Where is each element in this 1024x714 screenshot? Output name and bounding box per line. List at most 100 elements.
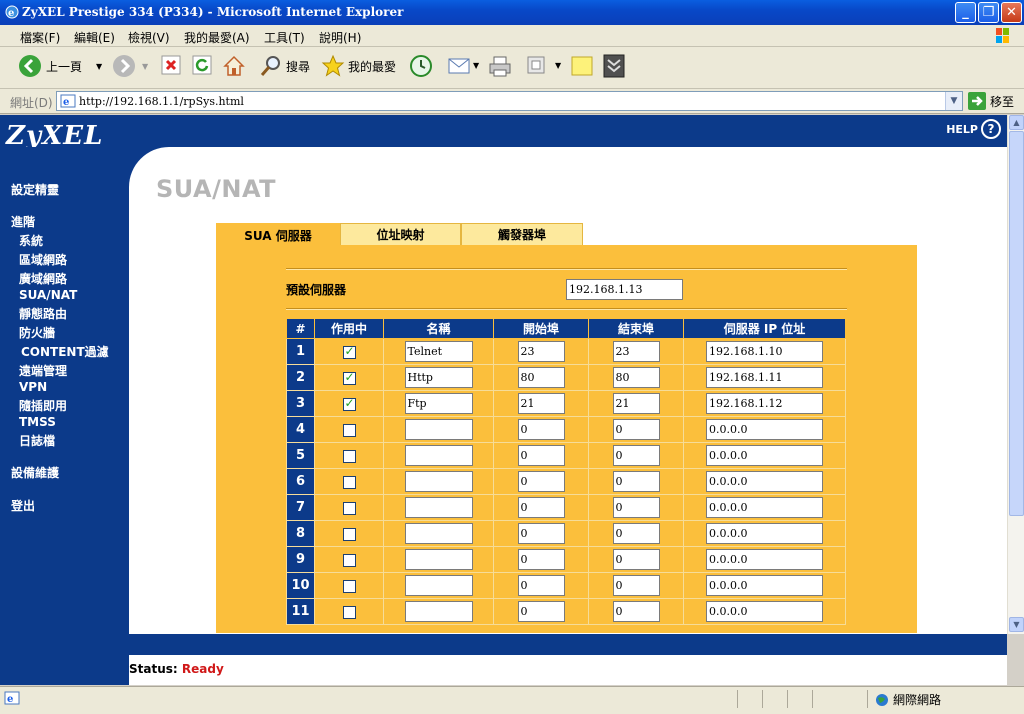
scroll-up-icon[interactable]: ▲ (1009, 115, 1024, 130)
messenger-button[interactable] (603, 54, 625, 78)
menu-tools[interactable]: 工具(T) (264, 29, 305, 46)
home-button[interactable] (222, 54, 246, 78)
name-input[interactable]: Telnet (404, 341, 473, 362)
nav-item-wan[interactable]: 廣域網路 (19, 270, 67, 287)
name-input[interactable] (404, 497, 473, 518)
nav-item-lan[interactable]: 區域網路 (19, 251, 67, 268)
name-input[interactable] (404, 575, 473, 596)
server-ip-input[interactable]: 0.0.0.0 (706, 575, 823, 596)
nav-item-system[interactable]: 系統 (19, 232, 43, 249)
name-input[interactable] (404, 445, 473, 466)
menu-edit[interactable]: 編輯(E) (74, 29, 115, 46)
search-button[interactable]: 搜尋 (259, 54, 310, 78)
nav-item-vpn[interactable]: VPN (19, 380, 47, 394)
active-checkbox[interactable] (342, 370, 356, 385)
scroll-thumb[interactable] (1009, 131, 1024, 516)
forward-button[interactable]: ▼ (112, 54, 148, 78)
tab-address-mapping[interactable]: 位址映射 (340, 223, 461, 245)
name-input[interactable] (404, 471, 473, 492)
start-port-input[interactable]: 0 (517, 549, 565, 570)
nav-logout[interactable]: 登出 (11, 497, 35, 514)
active-checkbox[interactable] (342, 501, 356, 515)
server-ip-input[interactable]: 0.0.0.0 (706, 419, 823, 440)
nav-maintenance[interactable]: 設備維護 (11, 464, 59, 481)
favorites-button[interactable]: 我的最愛 (321, 54, 396, 78)
end-port-input[interactable]: 0 (612, 497, 660, 518)
history-button[interactable] (409, 54, 433, 78)
default-server-input[interactable]: 192.168.1.13 (566, 279, 683, 300)
end-port-input[interactable]: 21 (612, 393, 660, 414)
nav-item-firewall[interactable]: 防火牆 (19, 324, 55, 341)
menu-view[interactable]: 檢視(V) (128, 29, 170, 46)
server-ip-input[interactable]: 0.0.0.0 (706, 549, 823, 570)
refresh-button[interactable] (191, 54, 213, 76)
nav-item-remote-mgmt[interactable]: 遠端管理 (19, 362, 67, 379)
address-input[interactable]: e http://192.168.1.1/rpSys.html ▼ (56, 91, 963, 111)
end-port-input[interactable]: 80 (612, 367, 660, 388)
active-checkbox[interactable] (342, 605, 356, 619)
print-button[interactable] (487, 54, 513, 78)
maximize-button[interactable]: ❐ (978, 2, 999, 23)
minimize-button[interactable]: _ (955, 2, 976, 23)
help-button[interactable]: HELP ? (946, 119, 1001, 139)
active-checkbox[interactable] (342, 475, 356, 489)
name-input[interactable] (404, 523, 473, 544)
nav-item-sua-nat[interactable]: SUA/NAT (19, 288, 77, 302)
end-port-input[interactable]: 0 (612, 601, 660, 622)
menu-file[interactable]: 檔案(F) (20, 29, 60, 46)
active-checkbox[interactable] (342, 423, 356, 437)
active-checkbox[interactable] (342, 344, 356, 359)
start-port-input[interactable]: 0 (517, 445, 565, 466)
end-port-input[interactable]: 0 (612, 523, 660, 544)
nav-advanced[interactable]: 進階 (11, 213, 35, 230)
name-input[interactable] (404, 549, 473, 570)
server-ip-input[interactable]: 0.0.0.0 (706, 471, 823, 492)
server-ip-input[interactable]: 0.0.0.0 (706, 601, 823, 622)
edit-button[interactable]: ▼ (525, 54, 561, 76)
active-checkbox[interactable] (342, 449, 356, 463)
start-port-input[interactable]: 23 (517, 341, 565, 362)
nav-item-upnp[interactable]: 隨插即用 (19, 397, 67, 414)
stop-button[interactable] (160, 54, 182, 76)
nav-item-content-filter[interactable]: CONTENT過濾 (21, 343, 109, 360)
back-dropdown-icon[interactable]: ▼ (96, 62, 102, 71)
close-button[interactable]: ✕ (1001, 2, 1022, 23)
active-checkbox[interactable] (342, 396, 356, 411)
address-dropdown-icon[interactable]: ▼ (945, 92, 962, 110)
nav-item-tmss[interactable]: TMSS (19, 415, 56, 429)
name-input[interactable]: Http (404, 367, 473, 388)
nav-item-logs[interactable]: 日誌檔 (19, 432, 55, 449)
end-port-input[interactable]: 23 (612, 341, 660, 362)
mail-button[interactable]: ▼ (447, 54, 479, 76)
start-port-input[interactable]: 80 (517, 367, 565, 388)
edit-dropdown-icon[interactable]: ▼ (555, 61, 561, 70)
mail-dropdown-icon[interactable]: ▼ (473, 61, 479, 70)
discuss-button[interactable] (570, 54, 594, 78)
start-port-input[interactable]: 0 (517, 497, 565, 518)
name-input[interactable]: Ftp (404, 393, 473, 414)
menu-help[interactable]: 說明(H) (319, 29, 361, 46)
name-input[interactable] (404, 601, 473, 622)
server-ip-input[interactable]: 0.0.0.0 (706, 445, 823, 466)
end-port-input[interactable]: 0 (612, 419, 660, 440)
start-port-input[interactable]: 0 (517, 575, 565, 596)
vertical-scrollbar[interactable]: ▲ ▼ (1007, 115, 1024, 634)
server-ip-input[interactable]: 192.168.1.10 (706, 341, 823, 362)
start-port-input[interactable]: 21 (517, 393, 565, 414)
active-checkbox[interactable] (342, 579, 356, 593)
start-port-input[interactable]: 0 (517, 523, 565, 544)
go-button[interactable]: 移至 (968, 92, 1014, 110)
nav-item-static-route[interactable]: 靜態路由 (19, 305, 67, 322)
start-port-input[interactable]: 0 (517, 601, 565, 622)
server-ip-input[interactable]: 192.168.1.11 (706, 367, 823, 388)
nav-wizard[interactable]: 設定精靈 (11, 181, 59, 198)
scroll-down-icon[interactable]: ▼ (1009, 617, 1024, 632)
start-port-input[interactable]: 0 (517, 419, 565, 440)
end-port-input[interactable]: 0 (612, 471, 660, 492)
active-checkbox[interactable] (342, 527, 356, 541)
end-port-input[interactable]: 0 (612, 445, 660, 466)
tab-trigger-port[interactable]: 觸發器埠 (461, 223, 583, 245)
name-input[interactable] (404, 419, 473, 440)
back-button[interactable]: 上一頁 ▼ (18, 54, 102, 78)
server-ip-input[interactable]: 0.0.0.0 (706, 497, 823, 518)
